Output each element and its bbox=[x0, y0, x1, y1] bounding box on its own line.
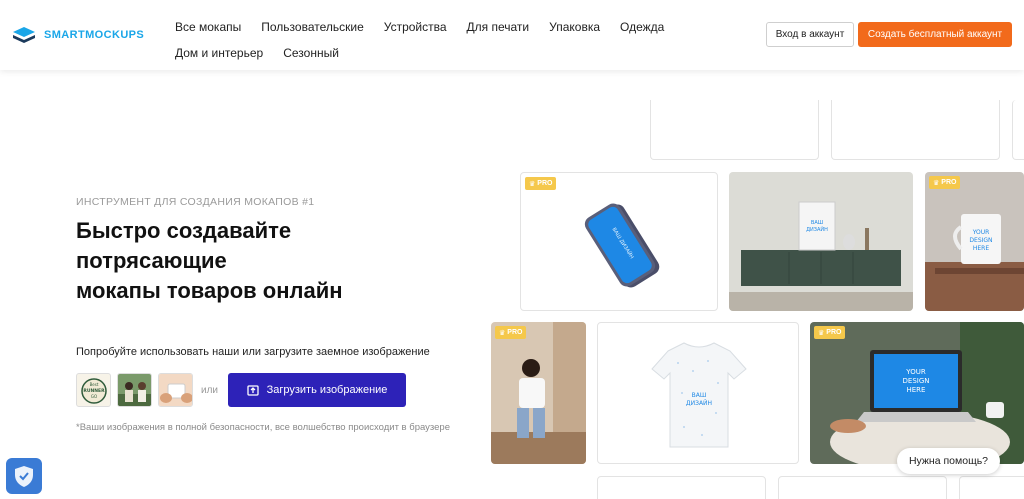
mockup-card-top-1[interactable] bbox=[650, 100, 819, 160]
laptop-text-2: DESIGN bbox=[903, 377, 930, 385]
mockup-card-mug[interactable]: ♛ PRO YOUR DESIGN HERE bbox=[925, 172, 1024, 311]
mug-mockup-image: YOUR DESIGN HERE bbox=[925, 172, 1024, 311]
tshirt-mockup-image: ВАШ ДИЗАЙН bbox=[651, 342, 747, 448]
or-text: или bbox=[201, 385, 219, 396]
mockup-card-phone[interactable]: ♛ PRO ВАШ ДИЗАЙН bbox=[520, 172, 718, 311]
pro-badge: ♛ PRO bbox=[814, 326, 846, 339]
mug-text-1: YOUR bbox=[972, 229, 990, 236]
crown-icon: ♛ bbox=[818, 329, 825, 337]
nav-item-packaging[interactable]: Упаковка bbox=[549, 20, 600, 34]
nav-item-custom[interactable]: Пользовательские bbox=[261, 20, 364, 34]
headline-line-3: мокапы товаров онлайн bbox=[76, 278, 343, 303]
laptop-mockup-image: YOUR DESIGN HERE bbox=[810, 322, 1024, 464]
pro-label: PRO bbox=[826, 329, 842, 336]
phone-mockup-image: ВАШ ДИЗАЙН bbox=[584, 203, 660, 288]
upload-button-label: Загрузить изображение bbox=[266, 384, 388, 396]
mockup-card-bottom-2[interactable] bbox=[778, 476, 947, 499]
tshirt-text-2: ДИЗАЙН bbox=[686, 400, 712, 407]
mockup-card-laptop[interactable]: ♛ PRO YOUR DESIGN HERE bbox=[810, 322, 1024, 464]
sample-images: Best RUNNER GO bbox=[76, 373, 193, 407]
laptop-text-1: YOUR bbox=[905, 368, 926, 376]
nav-item-home-interior[interactable]: Дом и интерьер bbox=[175, 46, 263, 60]
crown-icon: ♛ bbox=[529, 180, 536, 188]
mockup-card-frame[interactable]: ВАШ ДИЗАЙН bbox=[729, 172, 913, 311]
mockup-card-top-2[interactable] bbox=[831, 100, 1000, 160]
frame-mockup-image: ВАШ ДИЗАЙН bbox=[729, 172, 913, 311]
tshirt-text-1: ВАШ bbox=[692, 392, 707, 399]
nav-item-devices[interactable]: Устройства bbox=[384, 20, 447, 34]
mug-text-3: HERE bbox=[973, 245, 989, 252]
security-note: *Ваши изображения в полной безопасности,… bbox=[76, 422, 450, 433]
sample-image-hands[interactable] bbox=[158, 373, 193, 407]
nav-item-seasonal[interactable]: Сезонный bbox=[283, 46, 339, 60]
pro-label: PRO bbox=[507, 329, 523, 336]
sample-image-people[interactable] bbox=[117, 373, 152, 407]
pro-badge: ♛ PRO bbox=[929, 176, 961, 189]
pro-label: PRO bbox=[537, 180, 553, 187]
mockup-card-bottom-3[interactable] bbox=[959, 476, 1024, 499]
hero-eyebrow: ИНСТРУМЕНТ ДЛЯ СОЗДАНИЯ МОКАПОВ #1 bbox=[76, 196, 315, 208]
headline-line-1: Быстро создавайте bbox=[76, 218, 292, 243]
headline-line-2: потрясающие bbox=[76, 248, 227, 273]
crown-icon: ♛ bbox=[499, 329, 506, 337]
pro-badge: ♛ PRO bbox=[525, 177, 557, 190]
mug-text-2: DESIGN bbox=[969, 237, 992, 244]
logo[interactable]: SMARTMOCKUPS bbox=[12, 25, 144, 45]
try-text: Попробуйте использовать наши или загрузи… bbox=[76, 346, 430, 358]
sample-image-badge[interactable]: Best RUNNER GO bbox=[76, 373, 111, 407]
pro-badge: ♛ PRO bbox=[495, 326, 527, 339]
mockup-card-person[interactable]: ♛ PRO bbox=[491, 322, 586, 464]
laptop-text-3: HERE bbox=[907, 386, 926, 394]
mockup-card-top-3[interactable] bbox=[1012, 100, 1024, 160]
upload-image-icon bbox=[246, 385, 259, 396]
mockup-card-tshirt[interactable]: ВАШ ДИЗАЙН bbox=[597, 322, 799, 464]
logo-text: SMARTMOCKUPS bbox=[44, 29, 145, 41]
shield-icon bbox=[15, 466, 33, 487]
frame-text-1: ВАШ bbox=[811, 220, 823, 226]
signup-button[interactable]: Создать бесплатный аккаунт bbox=[858, 22, 1012, 47]
badge-text-1: Best bbox=[90, 382, 99, 387]
hero-headline: Быстро создавайте потрясающие мокапы тов… bbox=[76, 216, 416, 306]
nav-item-apparel[interactable]: Одежда bbox=[620, 20, 664, 34]
help-chat-button[interactable]: Нужна помощь? bbox=[897, 448, 1000, 474]
upload-image-button[interactable]: Загрузить изображение bbox=[228, 373, 406, 407]
badge-text-3: GO bbox=[91, 394, 97, 399]
person-mockup-image bbox=[491, 322, 586, 464]
pro-label: PRO bbox=[941, 179, 957, 186]
mockup-card-bottom-1[interactable] bbox=[597, 476, 766, 499]
crown-icon: ♛ bbox=[933, 179, 940, 187]
nav-item-print[interactable]: Для печати bbox=[467, 20, 530, 34]
privacy-shield-button[interactable] bbox=[6, 458, 42, 494]
logo-icon bbox=[13, 27, 35, 43]
nav-item-all-mockups[interactable]: Все мокапы bbox=[175, 20, 241, 34]
frame-text-2: ДИЗАЙН bbox=[806, 226, 828, 233]
main-nav: Все мокапы Пользовательские Устройства Д… bbox=[175, 14, 665, 66]
header: SMARTMOCKUPS Все мокапы Пользовательские… bbox=[0, 0, 1024, 70]
login-button[interactable]: Вход в аккаунт bbox=[766, 22, 854, 47]
